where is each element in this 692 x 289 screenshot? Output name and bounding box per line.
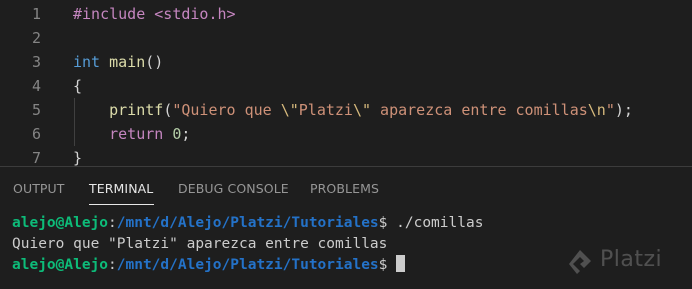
code-line[interactable]: 2 bbox=[0, 26, 692, 50]
code-line[interactable]: 6 return 0; bbox=[0, 122, 692, 146]
platzi-watermark: Platzi bbox=[566, 246, 692, 280]
code-token: \n bbox=[587, 101, 606, 119]
prompt-symbol-2: $ bbox=[378, 257, 397, 273]
code-line[interactable]: 3 int main() bbox=[0, 50, 692, 74]
prompt-separator: : bbox=[108, 215, 117, 231]
code-token: ); bbox=[614, 101, 633, 119]
code-token: " bbox=[605, 101, 615, 119]
panel-tabs: OUTPUT TERMINAL DEBUG CONSOLE PROBLEMS bbox=[0, 167, 692, 207]
code-token: \" bbox=[352, 101, 372, 119]
active-tab-indicator bbox=[89, 204, 154, 205]
line-number: 6 bbox=[31, 125, 41, 143]
line-code: return 0; bbox=[73, 122, 190, 146]
line-code: #include <stdio.h> bbox=[73, 2, 236, 26]
code-token: () bbox=[145, 53, 164, 71]
prompt-separator-2: : bbox=[108, 257, 117, 273]
tab-output[interactable]: OUTPUT bbox=[13, 181, 65, 196]
tab-terminal[interactable]: TERMINAL bbox=[89, 181, 153, 196]
code-token: printf bbox=[109, 101, 164, 119]
line-code: int main() bbox=[73, 50, 163, 74]
code-token: { bbox=[73, 77, 83, 95]
line-number: 3 bbox=[31, 53, 41, 71]
prompt-path: /mnt/d/Alejo/Platzi/Tutoriales bbox=[116, 215, 379, 231]
indent-guide bbox=[74, 98, 75, 146]
code-token: } bbox=[73, 149, 83, 167]
code-token: int bbox=[73, 53, 101, 71]
terminal-line-prompt[interactable]: alejo@Alejo:/mnt/d/Alejo/Platzi/Tutorial… bbox=[12, 254, 406, 276]
code-token: return bbox=[109, 125, 164, 143]
terminal-line-output: Quiero que "Platzi" aparezca entre comil… bbox=[12, 233, 387, 255]
code-token: #include <stdio.h> bbox=[73, 5, 236, 23]
prompt-path-2: /mnt/d/Alejo/Platzi/Tutoriales bbox=[116, 257, 379, 273]
line-number: 5 bbox=[31, 101, 41, 119]
tab-debug-console[interactable]: DEBUG CONSOLE bbox=[178, 181, 289, 196]
line-number: 4 bbox=[31, 77, 41, 95]
line-number: 1 bbox=[31, 5, 41, 23]
code-token: aparezca entre comillas bbox=[371, 101, 588, 119]
platzi-logo-icon bbox=[569, 250, 591, 274]
terminal-cursor bbox=[396, 255, 406, 272]
code-token: \" bbox=[280, 101, 299, 119]
code-token: ; bbox=[181, 125, 191, 143]
line-code: printf("Quiero que \"Platzi\" aparezca e… bbox=[73, 98, 633, 122]
code-line[interactable]: 1 #include <stdio.h> bbox=[0, 2, 692, 26]
code-token: main bbox=[109, 53, 146, 71]
terminal-command: ./comillas bbox=[396, 215, 484, 231]
watermark-text: Platzi bbox=[600, 247, 663, 272]
code-token: "Quiero que bbox=[172, 101, 281, 119]
prompt-user-2: alejo@Alejo bbox=[12, 257, 109, 273]
code-editor[interactable]: 1 #include <stdio.h> 2 3 int main() 4{5 print… bbox=[0, 0, 692, 167]
code-token: ( bbox=[163, 101, 173, 119]
tab-problems[interactable]: PROBLEMS bbox=[310, 181, 379, 196]
prompt-user: alejo@Alejo bbox=[12, 215, 109, 231]
code-line[interactable]: 5 printf("Quiero que \"Platzi\" aparezca… bbox=[0, 98, 692, 122]
code-token: Platzi bbox=[298, 101, 353, 119]
code-line[interactable]: 4{ bbox=[0, 74, 692, 98]
line-code: { bbox=[73, 74, 82, 98]
terminal-output: Quiero que "Platzi" aparezca entre comil… bbox=[12, 236, 388, 252]
line-number: 2 bbox=[31, 29, 41, 47]
prompt-symbol: $ bbox=[378, 215, 397, 231]
terminal-line-command[interactable]: alejo@Alejo:/mnt/d/Alejo/Platzi/Tutorial… bbox=[12, 212, 483, 234]
